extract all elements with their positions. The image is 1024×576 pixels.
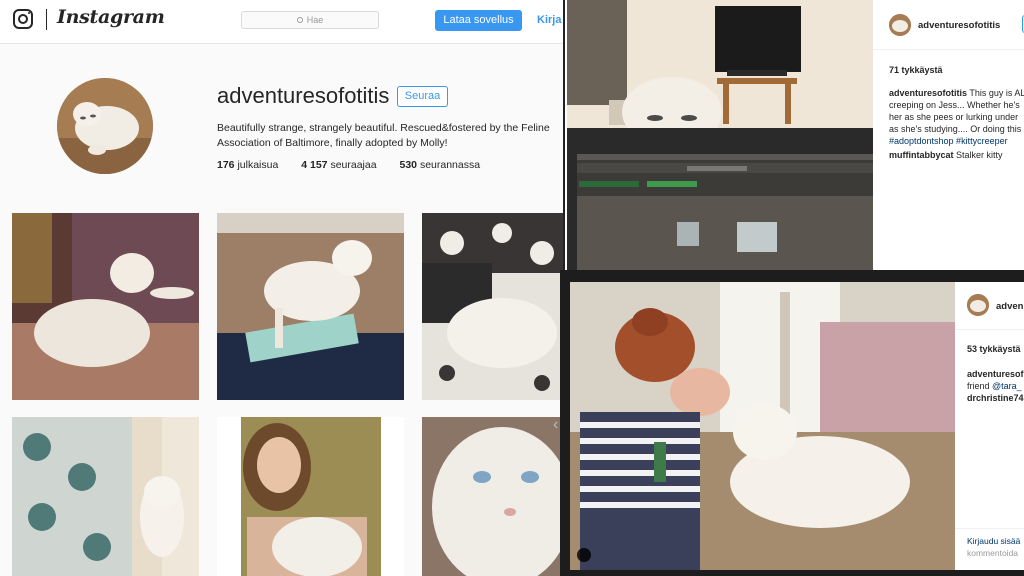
logo-divider — [46, 9, 47, 30]
stat-label: julkaisua — [237, 159, 279, 171]
caption-line: creeping on Jess... Whether he's — [889, 100, 1020, 110]
avatar-image — [889, 14, 911, 36]
post-1-comment: muffintabbycat Stalker kitty — [889, 149, 1024, 161]
instagram-wordmark[interactable]: Instagram — [57, 6, 165, 28]
grid-post-3[interactable] — [422, 213, 567, 400]
grid-post-5[interactable] — [217, 417, 404, 576]
stat-label: seurannassa — [419, 159, 481, 171]
caption-text: friend — [967, 381, 993, 391]
post-2-image — [570, 282, 955, 570]
post-1-username[interactable]: adventuresofotitis — [918, 20, 1000, 31]
instagram-camera-icon[interactable] — [13, 9, 33, 29]
previous-arrow-icon[interactable]: ‹ — [553, 416, 558, 434]
post-1-avatar[interactable] — [889, 14, 911, 36]
stat-label: seuraajaa — [330, 159, 377, 171]
profile-avatar-image — [57, 78, 153, 174]
caption-username[interactable]: adventuresofotitis — [889, 88, 967, 98]
post-overlay-1: adventuresofotitis 71 tykkäystä adventur… — [563, 0, 1024, 270]
user-tag-icon[interactable] — [577, 548, 591, 562]
search-icon — [296, 17, 303, 23]
comment-prompt: kommentoida — [967, 548, 1019, 558]
profile-avatar — [57, 78, 153, 174]
grid-post-image — [217, 213, 404, 400]
search-placeholder: Hae — [306, 15, 324, 25]
caption-username[interactable]: adventuresof — [967, 369, 1024, 379]
caption-mention[interactable]: @tara_ — [992, 381, 1022, 391]
divider — [955, 329, 1024, 330]
download-app-button[interactable]: Lataa sovellus — [435, 10, 522, 31]
grid-post-6[interactable] — [422, 417, 567, 576]
stat-number: 530 — [399, 159, 418, 171]
caption-hashtags[interactable]: #adoptdontshop #kittycreeper — [889, 135, 1024, 147]
stat-number: 4 157 — [301, 159, 328, 171]
profile-bio: Beautifully strange, strangely beautiful… — [217, 121, 562, 151]
post-1-sidebar: adventuresofotitis 71 tykkäystä adventur… — [873, 0, 1024, 270]
caption-line: as she's studying.... Or doing this — [889, 124, 1022, 134]
post-2-caption: adventuresof friend @tara_ drchristine74 — [967, 368, 1024, 404]
post-1-likes[interactable]: 71 tykkäystä — [889, 65, 943, 75]
post-2-username[interactable]: adven — [996, 301, 1023, 312]
caption-line: adventuresofotitis This guy is AL — [889, 87, 1024, 99]
divider — [873, 49, 1024, 50]
comment-username[interactable]: drchristine74 — [967, 393, 1024, 403]
grid-post-image — [12, 417, 199, 576]
grid-post-image — [422, 417, 567, 576]
following-count[interactable]: 530 seurannassa — [399, 159, 480, 171]
followers-count[interactable]: 4 157 seuraajaa — [301, 159, 376, 171]
grid-post-4[interactable] — [12, 417, 199, 576]
login-link[interactable]: Kirja — [537, 14, 561, 26]
post-1-caption: adventuresofotitis This guy is AL creepi… — [889, 87, 1024, 147]
avatar-image — [967, 294, 989, 316]
caption-line: adventuresof — [967, 368, 1024, 380]
bio-line: Beautifully strange, strangely beautiful… — [217, 122, 550, 134]
profile-username: adventuresofotitis — [217, 83, 390, 108]
post-2-likes[interactable]: 53 tykkäystä — [967, 344, 1021, 354]
caption-text: This guy is AL — [969, 88, 1024, 98]
bio-line: Association of Baltimore, finally adopte… — [217, 137, 448, 149]
search-input[interactable]: Hae — [241, 11, 379, 29]
caption-line: her as she pees or lurking under — [889, 112, 1019, 122]
post-2-photo — [570, 282, 955, 570]
grid-post-image — [217, 417, 404, 576]
post-2-sidebar: adven 53 tykkäystä adventuresof friend @… — [955, 282, 1024, 570]
grid-post-image — [422, 213, 567, 400]
post-overlay-2: adven 53 tykkäystä adventuresof friend @… — [560, 270, 1024, 576]
post-1-image — [567, 0, 873, 270]
posts-count[interactable]: 176 julkaisua — [217, 159, 278, 171]
caption-line: drchristine74 — [967, 392, 1024, 404]
follow-button[interactable]: Seuraa — [397, 86, 448, 107]
login-to-comment-link[interactable]: Kirjaudu sisää — [967, 536, 1020, 546]
grid-post-1[interactable] — [12, 213, 199, 400]
post-1-photo — [567, 0, 873, 270]
comment-text: Stalker kitty — [956, 150, 1003, 160]
stat-number: 176 — [217, 159, 235, 171]
grid-post-image — [12, 213, 199, 400]
divider — [955, 528, 1024, 529]
comment-username[interactable]: muffintabbycat — [889, 150, 954, 160]
profile-stats: 176 julkaisua 4 157 seuraajaa 530 seuran… — [217, 159, 500, 171]
caption-line: friend @tara_ — [967, 380, 1024, 392]
grid-post-2[interactable] — [217, 213, 404, 400]
post-2-avatar[interactable] — [967, 294, 989, 316]
